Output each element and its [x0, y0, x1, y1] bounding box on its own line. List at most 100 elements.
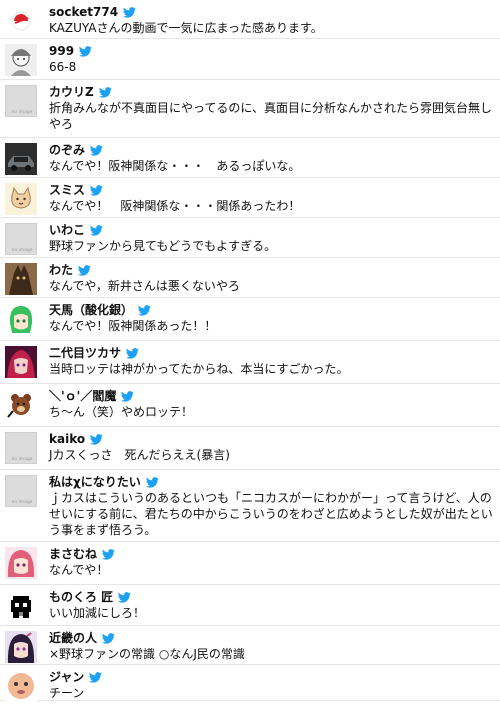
twitter-bird-icon[interactable]	[138, 305, 151, 316]
tweet-content: まさむねなんでや！	[49, 545, 494, 578]
tweet-row: わた なんでや，新井さんは悪くないやろ	[0, 258, 500, 298]
tweet-header: ＼'ｏ'／閻魔	[49, 387, 494, 404]
twitter-bird-icon[interactable]	[78, 265, 91, 276]
tweet-text: 折角みんなが不真面目にやってるのに、真面目に分析なんかされたら雰囲気台無しやろ	[49, 101, 493, 131]
username-link[interactable]: のぞみ	[49, 143, 85, 157]
tweet-row: のぞみ なんでや！阪神関係な・・・ あるっぽいな。	[0, 138, 500, 178]
username-link[interactable]: 私はχになりたい	[49, 475, 141, 489]
tweet-content: ＼'ｏ'／閻魔ち～ん（笑）やめロッテ！	[49, 387, 494, 420]
tweet-row: 近畿の人 ×野球ファンの常識 ○なんJ民の常識	[0, 626, 500, 665]
username-link[interactable]: ＼'ｏ'／閻魔	[49, 389, 116, 403]
pink-hair-avatar[interactable]	[5, 547, 37, 579]
no-image-avatar[interactable]: no image	[5, 85, 37, 117]
green-hair-avatar[interactable]	[5, 303, 37, 335]
monster-avatar[interactable]	[5, 263, 37, 295]
tweet-header: まさむね	[49, 545, 494, 562]
purple-character-avatar[interactable]	[5, 346, 37, 378]
car-avatar[interactable]	[5, 143, 37, 175]
tweet-content: いわこ野球ファンから見てもどうでもよすぎる。	[49, 221, 494, 254]
tweet-text: なんでや！	[49, 563, 109, 577]
username-link[interactable]: 近畿の人	[49, 631, 97, 645]
tweet-text: Jカスくっさ 死んだらええ(暴言)	[49, 448, 230, 462]
username-link[interactable]: 999	[49, 44, 74, 58]
twitter-bird-icon[interactable]	[102, 633, 115, 644]
svg-text:no image: no image	[11, 109, 32, 115]
tweet-content: 二代目ツカサ当時ロッテは神がかってたからね、本当にすごかった。	[49, 344, 494, 377]
tweet-row: ものくろ 匠いい加減にしろ！	[0, 585, 500, 626]
twitter-bird-icon[interactable]	[79, 46, 92, 57]
tweet-header: 私はχになりたい	[49, 473, 494, 490]
tweet-header: わた	[49, 261, 494, 278]
bear-avatar[interactable]	[5, 389, 37, 421]
username-link[interactable]: カウリZ	[49, 85, 94, 99]
tweet-text: ×野球ファンの常識 ○なんJ民の常識	[49, 647, 245, 661]
username-link[interactable]: いわこ	[49, 223, 85, 237]
no-image-avatar[interactable]: no image	[5, 432, 37, 464]
twitter-bird-icon[interactable]	[90, 145, 103, 156]
username-link[interactable]: kaiko	[49, 432, 85, 446]
username-link[interactable]: 天馬（酸化銀）	[49, 303, 133, 317]
tweet-header: kaiko	[49, 430, 494, 447]
twitter-bird-icon[interactable]	[90, 225, 103, 236]
twitter-bird-icon[interactable]	[123, 7, 136, 18]
tweet-header: カウリZ	[49, 83, 494, 100]
placeholder-icon: no image	[6, 476, 36, 506]
placeholder-icon: no image	[6, 86, 36, 116]
tweet-content: わた なんでや，新井さんは悪くないやろ	[49, 261, 494, 294]
tweet-header: 天馬（酸化銀）	[49, 301, 494, 318]
tweet-content: カウリZ 折角みんなが不真面目にやってるのに、真面目に分析なんかされたら雰囲気台無…	[49, 83, 494, 132]
twitter-bird-icon[interactable]	[121, 391, 135, 402]
tweet-text: ち～ん（笑）やめロッテ！	[49, 405, 194, 419]
twitter-bird-icon[interactable]	[126, 348, 139, 359]
tweet-text: 野球ファンから見てもどうでもよすぎる。	[49, 239, 277, 253]
cat-avatar[interactable]	[5, 183, 37, 215]
baby-face-avatar[interactable]	[5, 670, 37, 702]
tweet-content: ものくろ 匠いい加減にしろ！	[49, 588, 494, 621]
twitter-bird-icon[interactable]	[98, 87, 112, 98]
tweet-row: ＼'ｏ'／閻魔ち～ん（笑）やめロッテ！	[0, 384, 500, 427]
tweet-row: 天馬（酸化銀） なんでや！阪神関係あった！！	[0, 298, 500, 341]
twitter-bird-icon[interactable]	[89, 672, 103, 683]
username-link[interactable]: 二代目ツカサ	[49, 346, 121, 360]
username-link[interactable]: スミス	[49, 183, 85, 197]
twitter-bird-icon[interactable]	[118, 592, 131, 603]
tweet-content: 999 66-8	[49, 42, 494, 75]
tweet-content: socket774 KAZUYAさんの動画で一気に広まった感あります。	[49, 3, 494, 36]
username-link[interactable]: socket774	[49, 5, 118, 19]
username-link[interactable]: まさむね	[49, 547, 97, 561]
tweet-header: スミス	[49, 181, 494, 198]
tweet-text: なんでや！ 阪神関係な・・・関係あったわ！	[49, 199, 301, 213]
username-link[interactable]: ジャン	[49, 670, 84, 684]
tweet-row: 二代目ツカサ当時ロッテは神がかってたからね、本当にすごかった。	[0, 341, 500, 384]
twitter-bird-icon[interactable]	[145, 477, 159, 488]
tweet-header: ものくろ 匠	[49, 588, 494, 605]
dark-hair-avatar[interactable]	[5, 631, 37, 663]
tweet-row: no image 私はχになりたい ｊカスはこういうのあるといつも「ニコカスがーにわ…	[0, 470, 500, 542]
red-logo-avatar[interactable]	[5, 5, 37, 37]
tweet-text: 当時ロッテは神がかってたからね、本当にすごかった。	[49, 362, 349, 376]
tweet-header: いわこ	[49, 221, 494, 238]
tweet-text: いい加減にしろ！	[49, 606, 146, 620]
tweet-content: 近畿の人 ×野球ファンの常識 ○なんJ民の常識	[49, 629, 494, 662]
tweet-content: スミスなんでや！ 阪神関係な・・・関係あったわ！	[49, 181, 494, 214]
tweet-content: 私はχになりたい ｊカスはこういうのあるといつも「ニコカスがーにわかがー」って言う…	[49, 473, 494, 538]
placeholder-icon: no image	[6, 433, 36, 463]
tweet-content: ジャン チーン	[49, 668, 494, 701]
username-link[interactable]: わた	[49, 263, 73, 277]
twitter-bird-icon[interactable]	[90, 434, 103, 445]
twitter-bird-icon[interactable]	[102, 549, 115, 560]
tweet-row: no image いわこ野球ファンから見てもどうでもよすぎる。	[0, 218, 500, 258]
twitter-bird-icon[interactable]	[90, 185, 103, 196]
tweet-row: no image kaiko Jカスくっさ 死んだらええ(暴言)	[0, 427, 500, 470]
tweet-header: ジャン	[49, 668, 494, 685]
tweet-content: kaiko Jカスくっさ 死んだらええ(暴言)	[49, 430, 494, 463]
pixel-avatar[interactable]	[5, 590, 37, 622]
tweet-text: ｊカスはこういうのあるといつも「ニコカスがーにわかがー」って言うけど、人のせいに…	[49, 491, 493, 537]
no-image-avatar[interactable]: no image	[5, 223, 37, 255]
sketch-avatar[interactable]	[5, 44, 37, 76]
no-image-avatar[interactable]: no image	[5, 475, 37, 507]
tweet-header: 近畿の人	[49, 629, 494, 646]
tweet-text: KAZUYAさんの動画で一気に広まった感あります。	[49, 21, 323, 35]
username-link[interactable]: ものくろ 匠	[49, 590, 113, 604]
tweet-content: 天馬（酸化銀） なんでや！阪神関係あった！！	[49, 301, 494, 334]
